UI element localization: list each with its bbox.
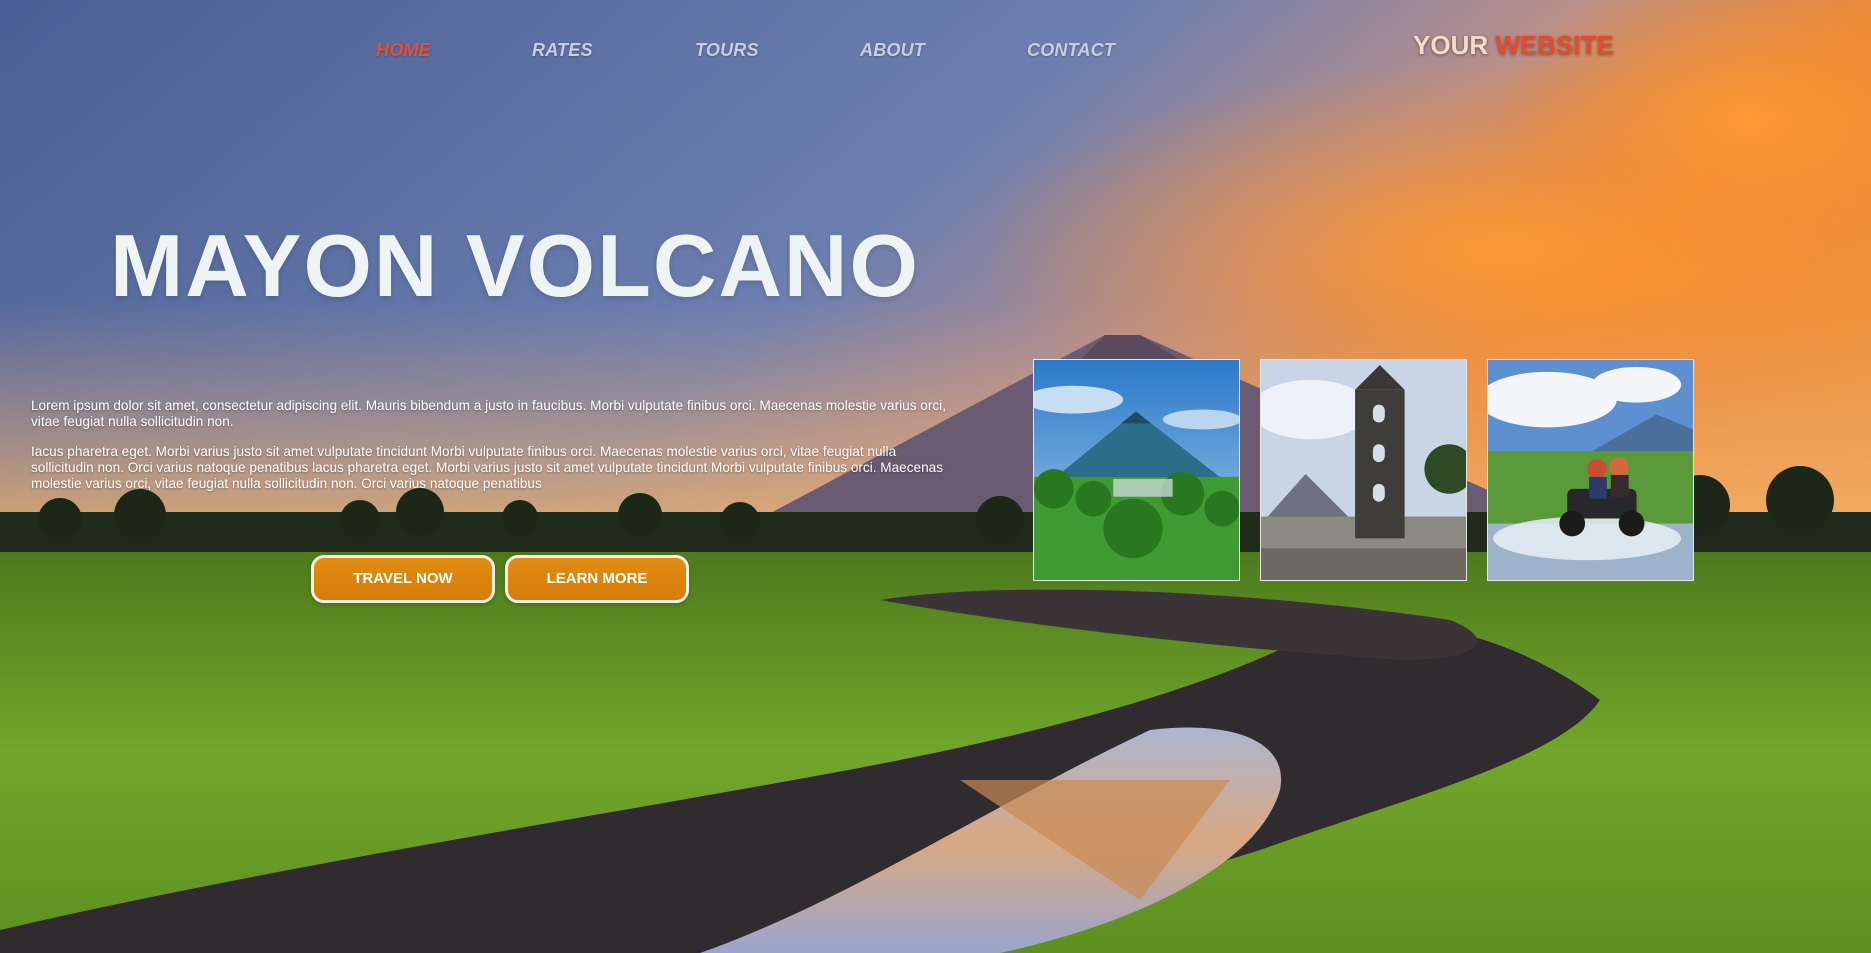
- hero-title: MAYON VOLCANO: [110, 216, 920, 315]
- hero-paragraph-1: Lorem ipsum dolor sit amet, consectetur …: [31, 398, 946, 429]
- logo-text-part1: YOUR: [1413, 30, 1489, 60]
- church-ruins-image: [1261, 360, 1466, 580]
- church-ruins-thumbnail[interactable]: [1260, 359, 1467, 581]
- volcano-image: [1034, 360, 1239, 580]
- site-logo[interactable]: YOUR WEBSITE: [1413, 30, 1614, 61]
- nav-tours[interactable]: TOURS: [695, 40, 759, 61]
- nav-about[interactable]: ABOUT: [860, 40, 925, 61]
- nav-rates[interactable]: RATES: [532, 40, 593, 61]
- travel-now-button[interactable]: TRAVEL NOW: [311, 555, 495, 603]
- atv-tour-thumbnail[interactable]: [1487, 359, 1694, 581]
- learn-more-button[interactable]: LEARN MORE: [505, 555, 689, 603]
- volcano-thumbnail[interactable]: [1033, 359, 1240, 581]
- atv-tour-image: [1488, 360, 1693, 580]
- hero-paragraph-2: Iacus pharetra eget. Morbi varius justo …: [31, 444, 944, 491]
- logo-text-part2: WEBSITE: [1495, 30, 1614, 60]
- main-nav: HOME RATES TOURS ABOUT CONTACT: [0, 40, 1200, 64]
- nav-contact[interactable]: CONTACT: [1027, 40, 1115, 61]
- nav-home[interactable]: HOME: [376, 40, 431, 61]
